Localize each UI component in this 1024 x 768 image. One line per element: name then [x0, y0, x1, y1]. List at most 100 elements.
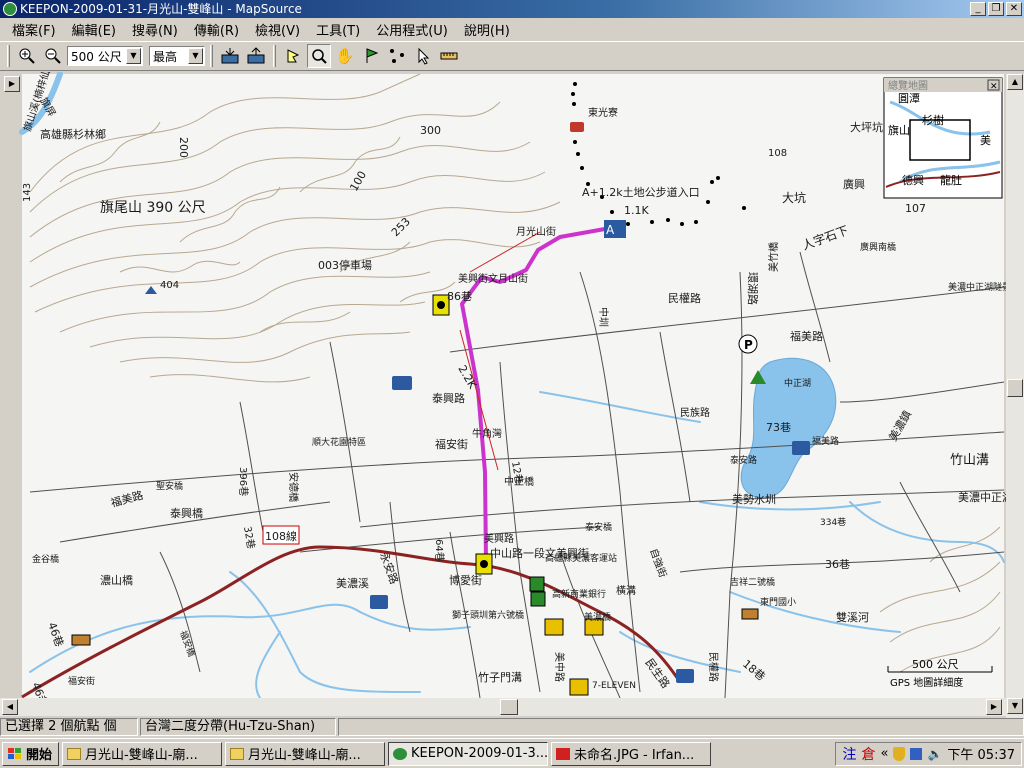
menu-file[interactable]: 檔案(F) — [4, 20, 64, 39]
menu-utilities[interactable]: 公用程式(U) — [368, 20, 456, 39]
menu-view[interactable]: 檢視(V) — [247, 20, 308, 39]
map-label: 博愛街 — [449, 573, 482, 587]
zoom-out-button[interactable] — [41, 44, 65, 68]
map-label: 廣興南橋 — [860, 241, 896, 253]
detail-level-select[interactable]: 最高 ▼ — [149, 46, 205, 66]
zoom-level-select[interactable]: 500 公尺 ▼ — [67, 46, 143, 66]
select-tool-button[interactable] — [281, 44, 305, 68]
scroll-left-button[interactable]: ◀ — [2, 699, 18, 715]
school-icon — [544, 618, 564, 636]
folder-icon — [67, 747, 82, 760]
map-view[interactable]: A P 旗山溪(楠梓仙溪) 高雄縣杉林鄉 旗尾山 390 公尺 404 300 200 10… — [0, 55, 1024, 718]
mapsource-app-icon[interactable] — [3, 2, 17, 16]
chevron-down-icon[interactable]: ▼ — [126, 48, 141, 64]
map-label: 中正湖 — [784, 377, 811, 389]
horizontal-scroll-thumb[interactable] — [500, 699, 518, 715]
vertical-scroll-thumb[interactable] — [1007, 379, 1023, 397]
map-label: 泰興橋 — [170, 506, 203, 520]
map-label: 環湖路 — [746, 272, 759, 305]
scroll-up-button[interactable]: ▲ — [1007, 74, 1023, 90]
map-label: 民權路 — [668, 292, 701, 305]
map-label: 廣興 — [843, 177, 865, 191]
menu-transfer[interactable]: 傳輸(R) — [186, 20, 247, 39]
horizontal-scrollbar[interactable]: ◀ ▶ — [0, 698, 1006, 716]
bus-icon — [71, 634, 91, 646]
bank-icon — [529, 576, 545, 592]
minimize-button[interactable]: _ — [970, 2, 986, 16]
zoom-in-button[interactable] — [15, 44, 39, 68]
maximize-button[interactable]: ❐ — [988, 2, 1004, 16]
map-label: 美竹橋 — [767, 242, 780, 272]
map-label: 7-ELEVEN — [592, 681, 636, 691]
map-label: 美濃橋 — [584, 611, 611, 623]
detail-note: GPS 地圖詳細度 — [890, 676, 963, 689]
map-label: 雙溪河 — [836, 611, 869, 624]
map-label: 順大花園特區 — [312, 436, 366, 448]
map-label: 美濃溪 — [336, 576, 369, 590]
map-label: 404 — [160, 280, 179, 291]
close-button[interactable]: ✕ — [1006, 2, 1022, 16]
map-label: 107 — [905, 202, 926, 215]
camera-icon — [392, 376, 412, 390]
toolbar: 500 公尺 ▼ 最高 ▼ ✋ — [0, 41, 1024, 71]
map-label: 福安街 — [68, 675, 95, 687]
task-button-folder-1[interactable]: 月光山-雙峰山-廟... — [62, 741, 223, 766]
map-label: 美興路 — [484, 532, 514, 545]
map-label: 大坑 — [782, 190, 806, 205]
map-label: 美興街文月山街 — [458, 272, 528, 285]
map-label: 泰安橋 — [585, 521, 612, 533]
ime-indicator-cangjie[interactable]: 倉 — [861, 744, 875, 764]
map-label: 108 — [768, 148, 787, 159]
measure-tool-button[interactable] — [437, 44, 461, 68]
chevron-down-icon[interactable]: ▼ — [188, 48, 203, 64]
waypoint-flag-button[interactable] — [359, 44, 383, 68]
map-corner-arrow[interactable]: ▶ — [4, 76, 20, 92]
task-button-mapsource[interactable]: KEEPON-2009-01-3... — [388, 741, 549, 766]
tray-expand-icon[interactable]: « — [880, 746, 888, 761]
toolbar-grip[interactable] — [7, 45, 10, 67]
map-label: 美中路 — [553, 652, 566, 682]
overview-map[interactable]: 總覽地圖 ✕ 圓潭旗山美德興 龍肚 杉樹 — [883, 77, 1003, 199]
map-canvas[interactable]: A P 旗山溪(楠梓仙溪)高雄縣杉林鄉旗尾山 390 公尺40430020010… — [0, 55, 1024, 718]
receive-from-device-button[interactable] — [218, 44, 242, 68]
task-button-irfanview[interactable]: 未命名.JPG - Irfan... — [551, 741, 712, 766]
map-label: 003停車場 — [318, 258, 372, 272]
hand-tool-button[interactable]: ✋ — [333, 44, 357, 68]
menu-search[interactable]: 搜尋(N) — [124, 20, 186, 39]
map-label: 金谷橋 — [32, 553, 59, 565]
camera-icon — [676, 669, 694, 683]
network-icon[interactable] — [910, 747, 923, 760]
shield-icon[interactable] — [893, 746, 906, 761]
clock[interactable]: 下午 05:37 — [947, 744, 1015, 763]
volume-icon[interactable]: 🔈 — [927, 747, 942, 761]
scroll-right-button[interactable]: ▶ — [986, 699, 1002, 715]
vertical-scrollbar[interactable]: ▲ ▼ — [1006, 74, 1024, 718]
zoom-tool-button[interactable] — [307, 44, 331, 68]
folder-icon — [230, 747, 245, 760]
map-label: 86巷 — [447, 290, 472, 303]
route-tool-button[interactable] — [385, 44, 409, 68]
scroll-down-button[interactable]: ▼ — [1007, 698, 1023, 714]
start-button[interactable]: 開始 — [2, 741, 60, 766]
map-label: 吉祥二號橋 — [730, 576, 775, 588]
map-label: 竹子門溝 — [478, 670, 522, 684]
map-label: 福安街 — [435, 437, 468, 451]
status-empty-pane — [338, 718, 1024, 736]
task-button-folder-2[interactable]: 月光山-雙峰山-廟... — [225, 741, 386, 766]
pointer-button[interactable] — [411, 44, 435, 68]
overview-label: 龍肚 — [940, 173, 962, 187]
send-to-device-button[interactable] — [244, 44, 268, 68]
map-label: 高雄縣杉林鄉 — [40, 127, 106, 141]
menu-tools[interactable]: 工具(T) — [308, 20, 368, 39]
map-label: 旗尾山 390 公尺 — [100, 200, 206, 216]
task-label: 未命名.JPG - Irfan... — [574, 748, 695, 763]
map-label: 1.1K — [624, 204, 649, 217]
menu-edit[interactable]: 編輯(E) — [64, 20, 124, 39]
ime-indicator-zhuyin[interactable]: 注 — [842, 744, 856, 764]
map-label: 108線 — [265, 529, 297, 543]
map-label: 濃山橋 — [100, 573, 133, 587]
map-label: 64巷 — [433, 539, 445, 562]
status-bar: 已選擇 2 個航點 個 台灣二度分帶(Hu-Tzu-Shan) — [0, 718, 1024, 738]
overview-label: 旗山 — [888, 123, 910, 137]
menu-help[interactable]: 說明(H) — [456, 20, 518, 39]
